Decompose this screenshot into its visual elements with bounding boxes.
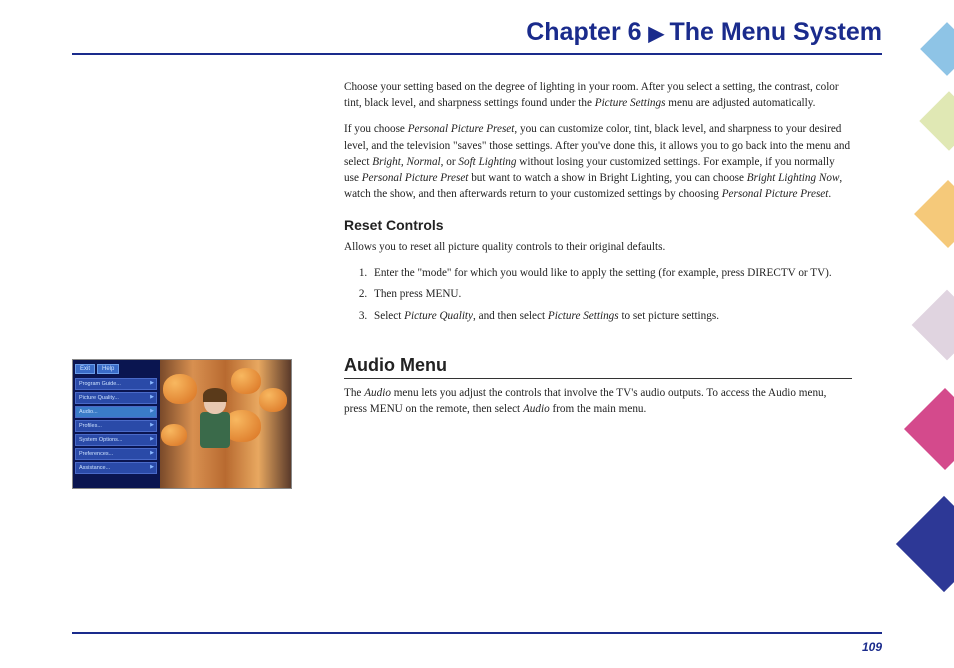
intro-paragraph-2: If you choose Personal Picture Preset, y… (344, 121, 852, 202)
step-2: Then press MENU. (370, 286, 852, 303)
tv-menu-item: Program Guide... (75, 378, 157, 390)
tv-menu-column: Exit Help Program Guide... Picture Quali… (73, 360, 159, 488)
tv-background-scene (159, 360, 291, 488)
reset-steps-list: Enter the "mode" for which you would lik… (344, 265, 852, 325)
reset-controls-text: Allows you to reset all picture quality … (344, 239, 852, 255)
tv-menu-item: Assistance... (75, 462, 157, 474)
tv-menu-item: Preferences... (75, 448, 157, 460)
audio-menu-text: The Audio menu lets you adjust the contr… (344, 385, 852, 417)
audio-menu-heading: Audio Menu (344, 355, 852, 379)
footer-rule (72, 632, 882, 634)
tv-screenshot: Exit Help Program Guide... Picture Quali… (72, 359, 292, 489)
tv-menu-item: Profiles... (75, 420, 157, 432)
step-3: Select Picture Quality, and then select … (370, 308, 852, 325)
step-1: Enter the "mode" for which you would lik… (370, 265, 852, 282)
intro-paragraph-1: Choose your setting based on the degree … (344, 79, 852, 111)
chapter-label: Chapter 6 (526, 18, 641, 46)
tv-menu-item-audio: Audio... (75, 406, 157, 418)
chapter-name: The Menu System (669, 18, 882, 46)
tv-menu-item: Picture Quality... (75, 392, 157, 404)
chapter-title: Chapter 6 ▶ The Menu System (72, 18, 882, 47)
triangle-icon: ▶ (649, 23, 670, 45)
header-rule (72, 53, 882, 55)
tv-exit-button: Exit (75, 364, 95, 374)
reset-controls-heading: Reset Controls (344, 217, 852, 233)
tv-help-button: Help (97, 364, 119, 374)
tv-menu-item: System Options... (75, 434, 157, 446)
page-number: 109 (862, 640, 882, 654)
